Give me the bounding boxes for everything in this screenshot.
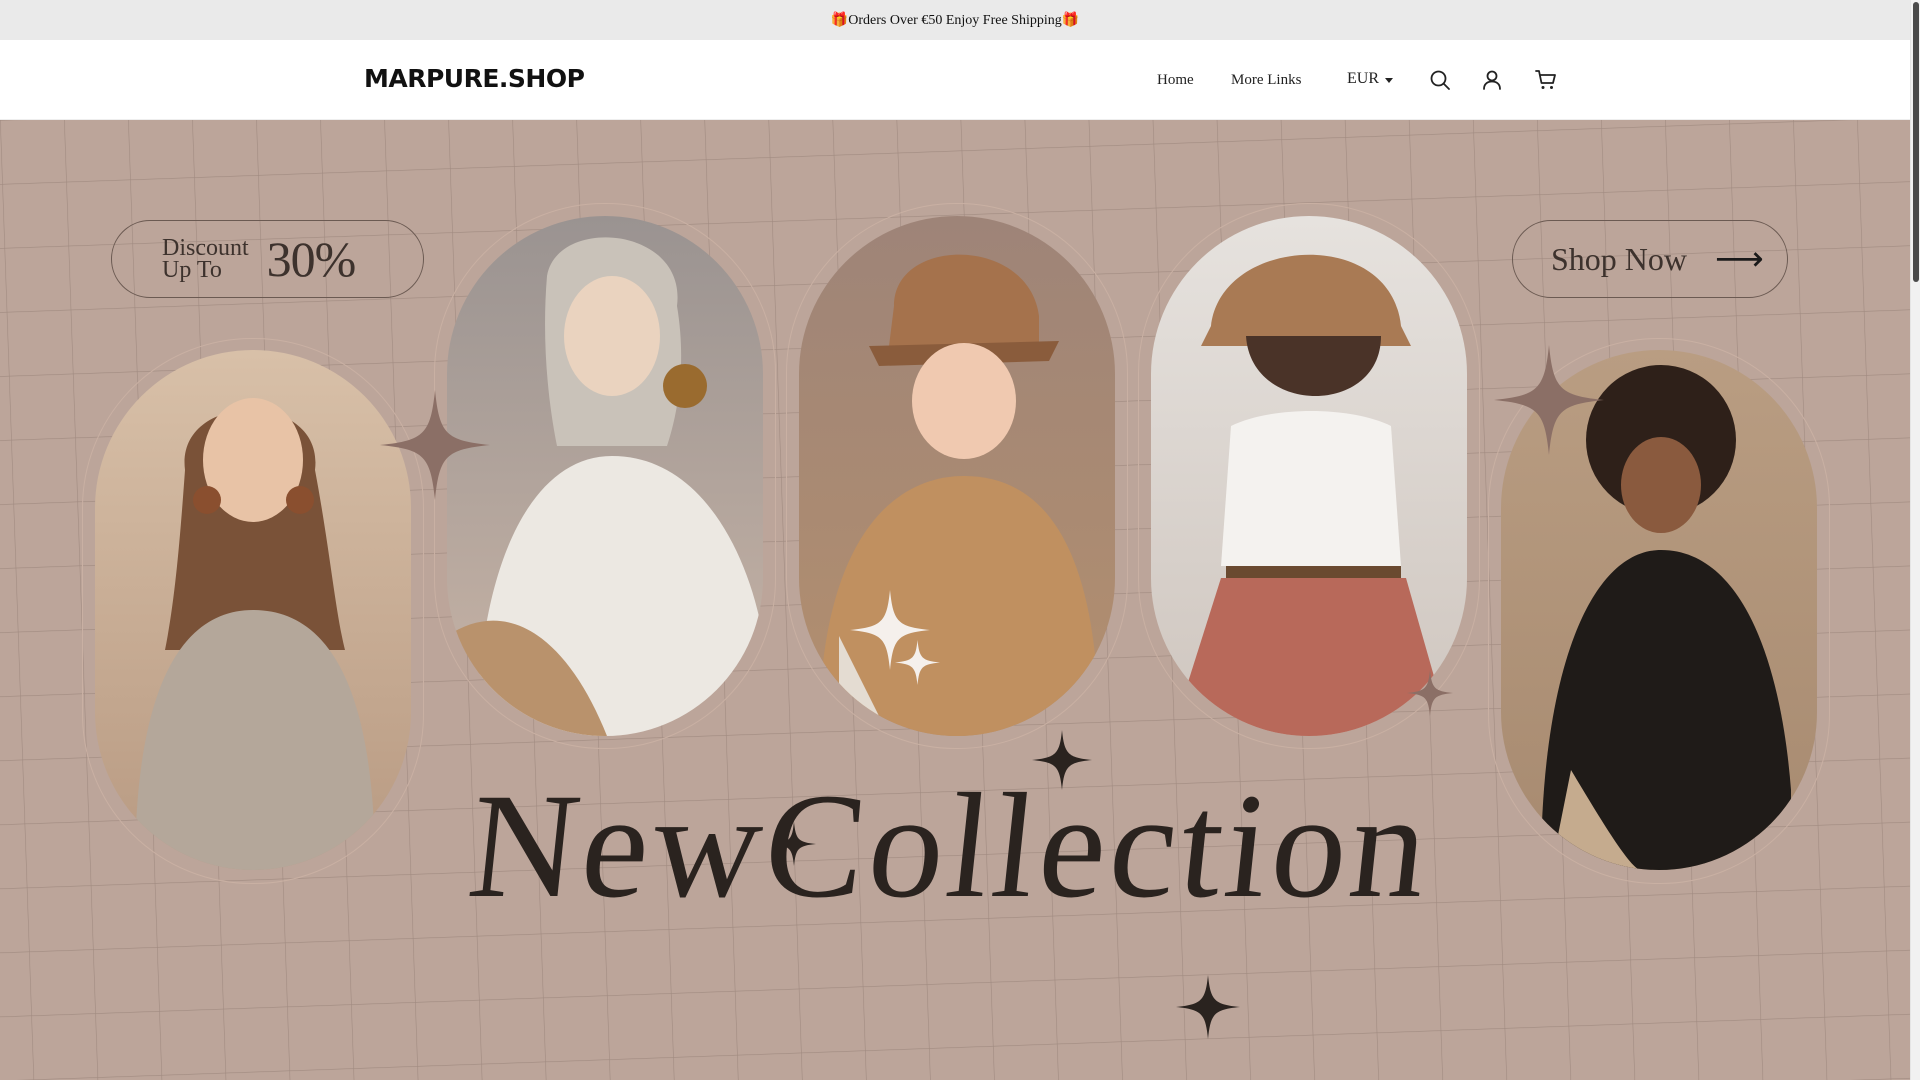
nav-more-links[interactable]: More Links [1231, 72, 1301, 89]
sparkle-decoration [1176, 975, 1240, 1039]
announcement-text: 🎁Orders Over €50 Enjoy Free Shipping🎁 [830, 12, 1080, 28]
shop-now-label: Shop Now [1551, 240, 1688, 277]
model-image [799, 216, 1115, 736]
discount-value: 30% [266, 231, 357, 287]
currency-value: EUR [1347, 70, 1379, 87]
cart-icon[interactable] [1534, 68, 1558, 92]
account-icon[interactable] [1480, 68, 1504, 92]
search-icon[interactable] [1428, 68, 1452, 92]
discount-badge: Discount Up To 30% [111, 220, 424, 298]
model-photo-4[interactable] [1151, 216, 1467, 736]
hero-headline: NewCollection [461, 763, 1440, 929]
site-logo[interactable]: MARPURE.SHOP [364, 64, 585, 93]
model-photo-1[interactable] [95, 350, 411, 870]
announcement-bar: 🎁Orders Over €50 Enjoy Free Shipping🎁 [0, 0, 1910, 40]
shop-now-button[interactable]: Shop Now ⟶ [1512, 220, 1788, 298]
model-photo-3[interactable] [799, 216, 1115, 736]
arrow-right-icon: ⟶ [1715, 239, 1764, 279]
sparkle-decoration [895, 640, 940, 685]
model-image [1151, 216, 1467, 736]
model-image [95, 350, 411, 870]
model-photo-2[interactable] [447, 216, 763, 736]
discount-label-line1: Discount [162, 235, 249, 261]
sparkle-decoration [1407, 670, 1453, 716]
page-scrollbar[interactable] [1910, 0, 1920, 1080]
discount-label: Discount Up To [162, 235, 249, 283]
model-image [447, 216, 763, 736]
hero-banner[interactable]: Discount Up To 30% Shop Now ⟶ NewCollect… [0, 120, 1910, 1080]
currency-selector[interactable]: EUR [1347, 70, 1393, 88]
site-header: MARPURE.SHOP Home More Links EUR [0, 40, 1910, 120]
sparkle-decoration [380, 390, 490, 500]
discount-label-line2: Up To [162, 257, 222, 283]
sparkle-decoration [1494, 345, 1604, 455]
scrollbar-thumb[interactable] [1913, 2, 1919, 282]
nav-home[interactable]: Home [1157, 72, 1194, 89]
caret-down-icon [1385, 77, 1393, 83]
